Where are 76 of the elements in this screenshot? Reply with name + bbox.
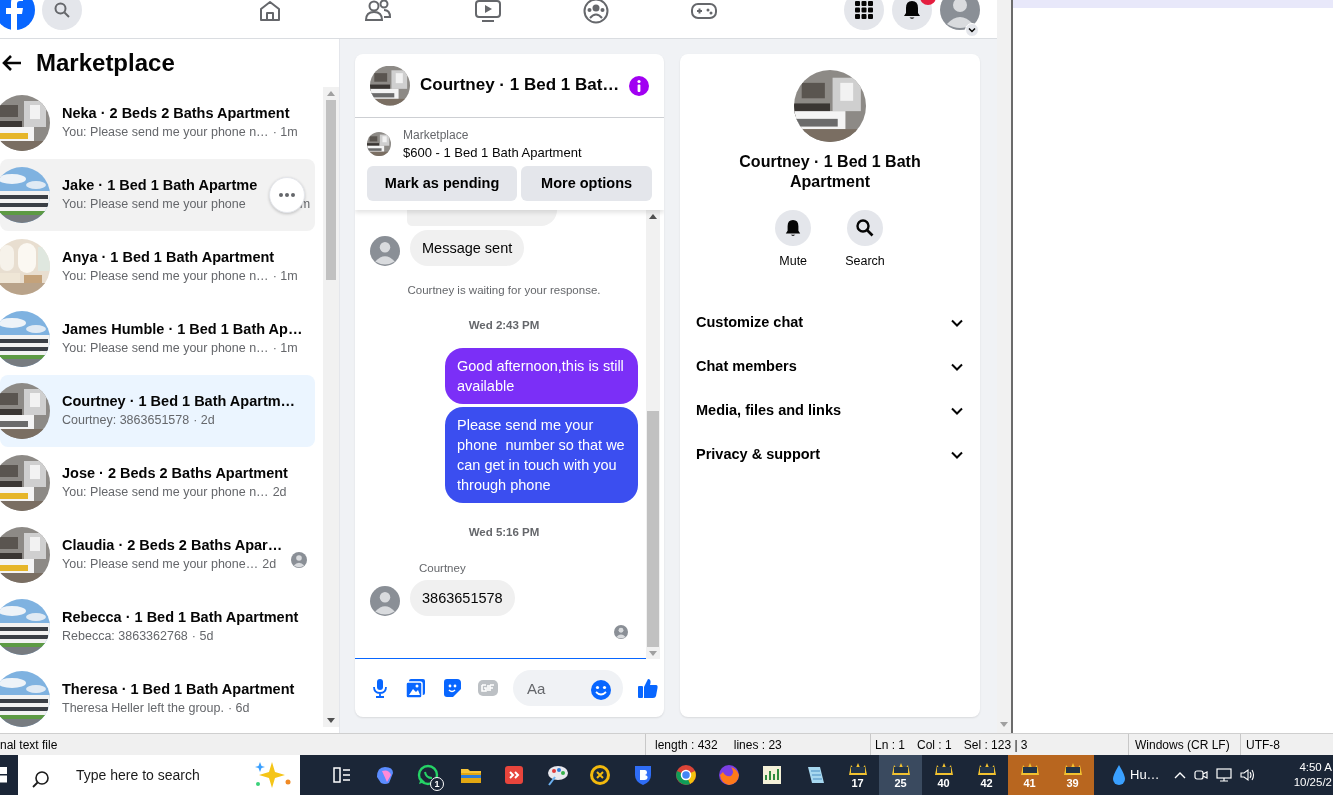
selection-info: Sel : 123 | 3 [963, 736, 1028, 754]
conversation-item[interactable]: Theresa · 1 Bed 1 Bath Apartment Theresa Heller left the group. · 6d [0, 663, 315, 733]
file-type: nal text file [0, 737, 58, 752]
action-label: Mute [779, 253, 808, 270]
conversation-title: Jose · 2 Beds 2 Baths Apartment [62, 464, 288, 483]
conversation-item[interactable]: James Humble · 1 Bed 1 Bath Ap… You: Please send me your phone n… · 1m [0, 303, 315, 375]
listing-source: Marketplace [403, 127, 470, 144]
conversation-title: Claudia · 2 Beds 2 Baths Apar… [62, 536, 283, 555]
timestamp: Wed 5:16 PM [467, 524, 541, 540]
taskbar-button[interactable]: 42 [965, 755, 1008, 795]
message-preview: You: Please send me your phone n… [62, 340, 269, 357]
status-notice: Courtney is waiting for your response. [406, 283, 602, 298]
message-time: · 5d [191, 628, 214, 645]
page-title: Marketplace [36, 48, 175, 78]
sender-name: Courtney [418, 560, 467, 576]
message-preview: You: Please send me your phone n… [62, 484, 269, 501]
line-count: lines : 23 [733, 736, 782, 754]
message-preview: Courtney: 3863651578 [62, 412, 190, 429]
message-time: · 1m [272, 124, 298, 141]
taskbar-button[interactable]: 1 [406, 755, 449, 795]
message-bubble: Please send me your phone number so that we can get in touch with you through phone [445, 406, 638, 503]
message-field[interactable]: Aa [513, 670, 623, 706]
more-options-button[interactable]: More options [521, 166, 652, 201]
conversation-title: James Humble · 1 Bed 1 Bath Ap… [62, 320, 303, 339]
message-bubble: Message sent [410, 230, 525, 266]
message-time: · 6d [227, 700, 250, 717]
message-preview: You: Please send me your phone… [62, 556, 259, 573]
taskbar-button[interactable]: 40 [922, 755, 965, 795]
taskbar-button[interactable]: 17 [836, 755, 879, 795]
cursor-line: Ln : 1 [875, 736, 906, 754]
search-field[interactable]: Type here to search [18, 755, 300, 795]
mark-pending-button[interactable]: Mark as pending [367, 166, 518, 201]
message-time: · 2d [193, 412, 215, 429]
conversation-title: Anya · 1 Bed 1 Bath Apartment [62, 248, 276, 267]
section-header[interactable]: Customize chat [680, 300, 980, 345]
section-header[interactable]: Media, files and links [680, 388, 980, 433]
weather-text: Hu… [1130, 766, 1160, 785]
timestamp: Wed 2:43 PM [467, 318, 541, 334]
length-info: length : 432 [655, 736, 718, 754]
message-bubble: Good afternoon,this is still available [445, 347, 638, 404]
listing-title: $600 - 1 Bed 1 Bath Apartment [403, 144, 582, 162]
conversation-name: Courtney · 1 Bed 1 Bath Apartment [738, 152, 922, 192]
message-time: · 1m [272, 340, 298, 357]
taskbar-button[interactable]: 39 [1051, 755, 1094, 795]
message-preview: Theresa Heller left the group. [62, 700, 224, 717]
message-bubble: 3863651578 [410, 580, 515, 616]
clock-date[interactable]: 10/25/2 [1293, 775, 1332, 790]
message-preview: You: Please send me your phone n… [62, 268, 269, 285]
conversation-item[interactable]: Claudia · 2 Beds 2 Baths Apar… You: Please send me your phone… 2d [0, 519, 315, 591]
conversation-title: Rebecca · 1 Bed 1 Bath Apartment [62, 608, 299, 627]
conversation-title: Theresa · 1 Bed 1 Bath Apartment [62, 680, 295, 699]
message-time: 2d [272, 484, 287, 501]
taskbar-button[interactable]: 41 [1008, 755, 1051, 795]
chat-title: Courtney · 1 Bed 1 Bat… [420, 75, 620, 96]
notification-badge: 1 [430, 777, 444, 791]
conversation-item[interactable]: Anya · 1 Bed 1 Bath Apartment You: Please send me your phone n… · 1m [0, 231, 315, 303]
message-time: 2d [262, 556, 277, 573]
message-preview: Rebecca: 3863362768 [62, 628, 188, 645]
message-preview: You: Please send me your phone [62, 196, 246, 213]
conversation-title: Jake · 1 Bed 1 Bath Apartme [62, 176, 259, 195]
section-header[interactable]: Privacy & support [680, 432, 980, 477]
line-endings: Windows (CR LF) [1135, 736, 1230, 754]
conversation-item[interactable]: Neka · 2 Beds 2 Baths Apartment You: Please send me your phone n… · 1m [0, 87, 315, 159]
conversation-title: Courtney · 1 Bed 1 Bath Apartm… [62, 392, 296, 411]
conversation-item[interactable]: Rebecca · 1 Bed 1 Bath Apartment Rebecca: 3863362768 · 5d [0, 591, 315, 663]
encoding: UTF-8 [1246, 736, 1280, 754]
clock-time[interactable]: 4:50 A [1293, 760, 1332, 775]
action-label: Search [845, 253, 885, 270]
message-preview: You: Please send me your phone n… [62, 124, 269, 141]
section-header[interactable]: Chat members [680, 344, 980, 389]
message-time: · 1m [272, 268, 298, 285]
conversation-title: Neka · 2 Beds 2 Baths Apartment [62, 104, 291, 123]
conversation-item[interactable]: Jose · 2 Beds 2 Baths Apartment You: Please send me your phone n… 2d [0, 447, 315, 519]
taskbar-button[interactable]: 25 [879, 755, 922, 795]
cursor-column: Col : 1 [917, 735, 952, 754]
conversation-item[interactable]: Courtney · 1 Bed 1 Bath Apartm… Courtney: 3863651578 · 2d [0, 375, 315, 447]
